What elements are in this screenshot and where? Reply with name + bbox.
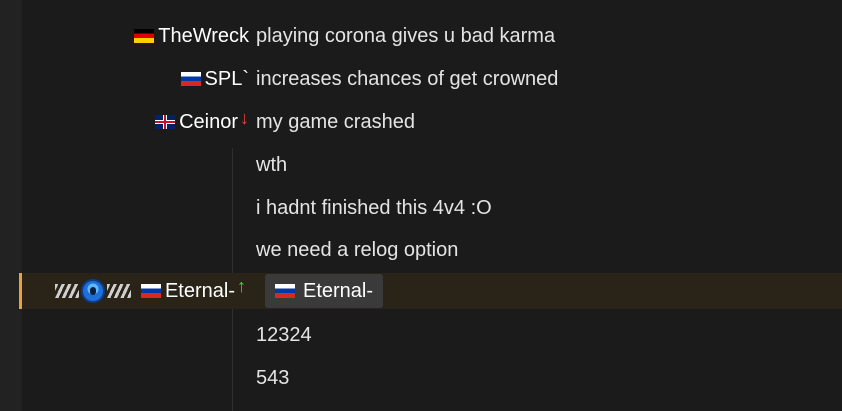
user-mention-chip[interactable]: Eternal- <box>265 274 384 308</box>
chat-row: Ceinor ↓ my game crashed <box>22 104 842 140</box>
sender-label[interactable]: TheWreck <box>158 25 249 48</box>
orb-icon <box>80 279 105 303</box>
chat-row: SPL` increases chances of get crowned <box>22 61 842 97</box>
stripe-left-icon <box>54 284 79 298</box>
chat-row: we need a relog option <box>22 232 842 268</box>
arrow-down-icon: ↓ <box>240 107 249 128</box>
left-panel-edge <box>0 0 22 411</box>
supporter-badge-icon <box>54 279 131 303</box>
message-text: 543 <box>256 366 290 389</box>
chat-row: TheWreck playing corona gives u bad karm… <box>22 18 842 54</box>
message-text: increases chances of get crowned <box>256 67 559 90</box>
message-text: i hadnt finished this 4v4 :O <box>256 196 492 219</box>
chat-row-highlighted: Eternal- ↑ Eternal- <box>19 273 842 309</box>
message-content: Eternal- <box>259 273 384 309</box>
mention-label[interactable]: Eternal- <box>303 280 373 303</box>
chat-row: i hadnt finished this 4v4 :O <box>22 190 842 226</box>
sender-label[interactable]: SPL` <box>205 68 249 91</box>
chat-row: wth <box>22 147 842 183</box>
message-text: my game crashed <box>256 110 415 133</box>
message-text: wth <box>256 153 288 176</box>
sender-label[interactable]: Ceinor <box>179 111 238 134</box>
chat-row: 543 <box>22 360 842 396</box>
germany-flag-icon <box>134 29 155 43</box>
sender-label[interactable]: Eternal- <box>165 280 235 303</box>
sender-name[interactable]: SPL` <box>180 61 249 97</box>
sender-name[interactable]: Ceinor ↓ <box>155 104 249 140</box>
chat-row: 12324 <box>22 317 842 353</box>
message-text: 12324 <box>256 323 312 346</box>
sender-name[interactable]: Eternal- ↑ <box>54 273 246 309</box>
message-text: we need a relog option <box>256 238 459 261</box>
russia-flag-icon <box>140 284 161 298</box>
sender-name[interactable]: TheWreck <box>134 18 249 54</box>
stripe-right-icon <box>106 284 131 298</box>
uk-flag-icon <box>155 115 176 129</box>
arrow-up-icon: ↑ <box>237 275 246 296</box>
russia-flag-icon <box>180 72 201 86</box>
russia-flag-icon <box>275 284 295 298</box>
message-text: playing corona gives u bad karma <box>256 24 556 47</box>
